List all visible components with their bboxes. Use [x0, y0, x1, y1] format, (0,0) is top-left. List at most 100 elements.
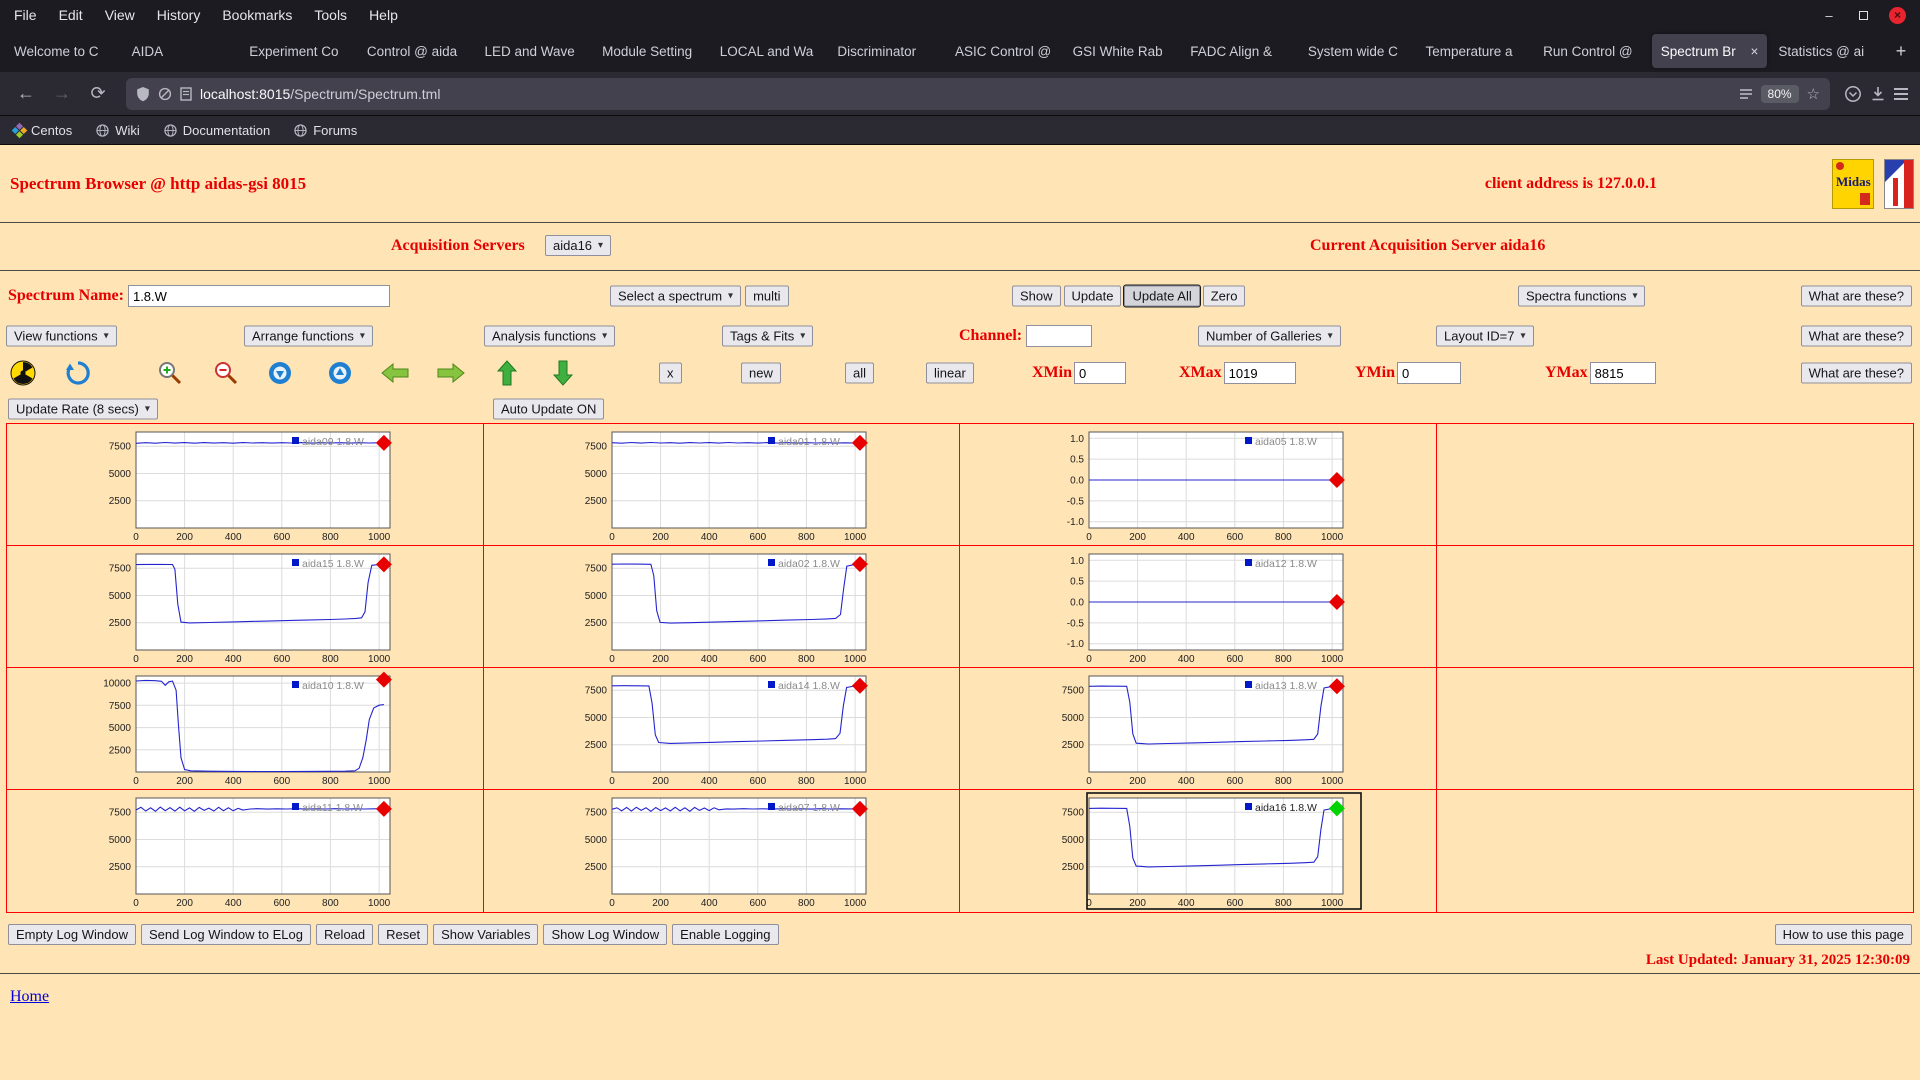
download-icon[interactable] — [1870, 86, 1886, 102]
show-button[interactable]: Show — [1012, 285, 1061, 307]
browser-tab-6[interactable]: LOCAL and Wa — [711, 34, 827, 68]
menu-tools[interactable]: Tools — [314, 7, 347, 23]
radiation-icon[interactable] — [10, 360, 36, 386]
number-of-galleries-dropdown[interactable]: Number of Galleries ▾ — [1198, 325, 1341, 347]
url-text[interactable]: localhost:8015/Spectrum/Spectrum.tml — [200, 86, 440, 102]
what-are-these-button[interactable]: What are these? — [1800, 362, 1912, 384]
spectrum-chart-aida07[interactable]: 2500 5000 7500 0 200 400 600 800 1000 aida07 1.8.… — [556, 792, 886, 910]
spectra-functions-dropdown[interactable]: Spectra functions ▾ — [1518, 285, 1646, 307]
menu-help[interactable]: Help — [369, 7, 398, 23]
forward-button[interactable]: → — [48, 80, 76, 108]
analysis-functions-dropdown[interactable]: Analysis functions ▾ — [484, 325, 616, 347]
xmin-input[interactable] — [1074, 362, 1126, 384]
spectrum-chart-aida01[interactable]: 2500 5000 7500 0 200 400 600 800 1000 aida01 1.8.… — [556, 426, 886, 544]
browser-tab-5[interactable]: Module Setting — [593, 34, 709, 68]
enable-logging-button[interactable]: Enable Logging — [672, 923, 779, 945]
shield-icon[interactable] — [136, 86, 150, 102]
menu-edit[interactable]: Edit — [59, 7, 83, 23]
bookmark-documentation[interactable]: Documentation — [164, 123, 270, 138]
shrink-y-icon[interactable] — [328, 361, 352, 385]
layout-id-dropdown[interactable]: Layout ID=7 ▾ — [1436, 325, 1534, 347]
gallery-cell-aida01[interactable]: 2500 5000 7500 0 200 400 600 800 1000 aida01 1.8.… — [483, 424, 960, 546]
minimize-button[interactable]: – — [1821, 8, 1837, 23]
acquisition-server-select[interactable]: aida16 ▾ — [545, 235, 612, 256]
browser-tab-13[interactable]: Run Control @ — [1534, 34, 1650, 68]
spectrum-chart-aida05[interactable]: -1.0 -0.5 0.0 0.5 1.0 0 200 400 600 800 1000 aida05… — [1033, 426, 1363, 544]
arrange-functions-dropdown[interactable]: Arrange functions ▾ — [244, 325, 373, 347]
gallery-cell-aida14[interactable]: 2500 5000 7500 0 200 400 600 800 1000 aida14 1.8.… — [483, 668, 960, 790]
expand-y-icon[interactable] — [268, 361, 292, 385]
spectrum-chart-aida16[interactable]: 2500500075000 200 400 600 800 1000aida16 1.8.… — [1033, 792, 1363, 910]
zero-button[interactable]: Zero — [1202, 285, 1246, 307]
gallery-cell-aida11[interactable]: 2500 5000 7500 0 200 400 600 800 1000 aida11 1.8.… — [7, 790, 484, 912]
home-link[interactable]: Home — [10, 988, 49, 1005]
gallery-cell-aida16[interactable]: 2500 5000 7500 0 200 400 600 800 1000 aida16 1.8.… — [960, 790, 1437, 912]
maximize-button[interactable] — [1855, 8, 1871, 23]
blocked-icon[interactable] — [158, 87, 172, 101]
linear-button[interactable]: linear — [926, 362, 974, 384]
all-button[interactable]: all — [845, 362, 875, 384]
browser-tab-9[interactable]: GSI White Rab — [1064, 34, 1180, 68]
pocket-icon[interactable] — [1844, 85, 1862, 103]
send-log-window-to-elog-button[interactable]: Send Log Window to ELog — [141, 923, 311, 945]
browser-tab-10[interactable]: FADC Align & — [1181, 34, 1297, 68]
menu-hamburger-icon[interactable] — [1894, 87, 1908, 100]
menu-history[interactable]: History — [157, 7, 201, 23]
spectrum-chart-aida10[interactable]: 2500 5000 7500 10000 0 200 400 600 800 1000 aida10… — [80, 670, 410, 788]
what-are-these-button[interactable]: What are these? — [1800, 285, 1912, 307]
bookmark-wiki[interactable]: Wiki — [96, 123, 140, 138]
bookmark-forums[interactable]: Forums — [294, 123, 357, 138]
scroll-left-icon[interactable] — [381, 363, 409, 383]
gallery-cell-aida09[interactable]: 2500 5000 7500 0 200 400 600 800 1000 aida09 1.8.… — [7, 424, 484, 546]
tags-fits-dropdown[interactable]: Tags & Fits ▾ — [722, 325, 814, 347]
browser-tab-0[interactable]: Welcome to C — [5, 34, 121, 68]
browser-tab-15[interactable]: Statistics @ ai — [1769, 34, 1885, 68]
how-to-use-button[interactable]: How to use this page — [1774, 923, 1912, 945]
browser-tab-12[interactable]: Temperature a — [1417, 34, 1533, 68]
spectrum-chart-aida14[interactable]: 2500 5000 7500 0 200 400 600 800 1000 aida14 1.8.… — [556, 670, 886, 788]
spectrum-name-input[interactable] — [127, 285, 390, 307]
reload-button[interactable]: ⟳ — [84, 80, 112, 108]
ymax-input[interactable] — [1589, 362, 1656, 384]
gallery-cell-aida12[interactable]: -1.0 -0.5 0.0 0.5 1.0 0 200 400 600 800 1000 aida12… — [960, 546, 1437, 668]
menu-file[interactable]: File — [14, 7, 37, 23]
new-button[interactable]: new — [741, 362, 781, 384]
show-variables-button[interactable]: Show Variables — [433, 923, 539, 945]
browser-tab-1[interactable]: AIDA — [123, 34, 239, 68]
spectrum-chart-aida11[interactable]: 2500 5000 7500 0 200 400 600 800 1000 aida11 1.8.… — [80, 792, 410, 910]
show-log-window-button[interactable]: Show Log Window — [543, 923, 668, 945]
browser-tab-2[interactable]: Experiment Co — [240, 34, 356, 68]
gallery-cell-aida15[interactable]: 2500 5000 7500 0 200 400 600 800 1000 aida15 1.8.… — [7, 546, 484, 668]
gallery-cell-aida07[interactable]: 2500 5000 7500 0 200 400 600 800 1000 aida07 1.8.… — [484, 790, 960, 912]
empty-log-window-button[interactable]: Empty Log Window — [8, 923, 136, 945]
browser-tab-8[interactable]: ASIC Control @ — [946, 34, 1062, 68]
update-rate-dropdown[interactable]: Update Rate (8 secs) ▾ — [8, 398, 158, 420]
update-button[interactable]: Update — [1063, 285, 1122, 307]
spectrum-chart-aida02[interactable]: 2500 5000 7500 0 200 400 600 800 1000 aida02 1.8.… — [556, 548, 886, 666]
refresh-swirl-icon[interactable] — [65, 360, 91, 386]
zoom-level-badge[interactable]: 80% — [1760, 84, 1799, 103]
spectrum-chart-aida13[interactable]: 2500 5000 7500 0 200 400 600 800 1000 aida13 1.8.… — [1033, 670, 1363, 788]
gallery-cell-aida05[interactable]: -1.0 -0.5 0.0 0.5 1.0 0 200 400 600 800 1000 aida05… — [960, 424, 1437, 546]
back-button[interactable]: ← — [12, 80, 40, 108]
gallery-cell-aida13[interactable]: 2500 5000 7500 0 200 400 600 800 1000 aida13 1.8.… — [960, 668, 1437, 790]
spectrum-chart-aida09[interactable]: 2500 5000 7500 0 200 400 600 800 1000 aida09 1.8.… — [80, 426, 410, 544]
gallery-cell-aida02[interactable]: 2500 5000 7500 0 200 400 600 800 1000 aida02 1.8.… — [483, 546, 960, 668]
reload-button[interactable]: Reload — [315, 923, 374, 945]
zoom-in-icon[interactable] — [157, 360, 183, 386]
view-functions-dropdown[interactable]: View functions ▾ — [6, 325, 117, 347]
spectrum-chart-aida12[interactable]: -1.0 -0.5 0.0 0.5 1.0 0 200 400 600 800 1000 aida12… — [1033, 548, 1363, 666]
browser-tab-4[interactable]: LED and Wave — [476, 34, 592, 68]
ymin-input[interactable] — [1397, 362, 1461, 384]
bookmark-centos[interactable]: Centos — [11, 122, 72, 138]
what-are-these-button[interactable]: What are these? — [1800, 325, 1912, 347]
scroll-up-icon[interactable] — [497, 360, 517, 386]
scroll-down-icon[interactable] — [553, 360, 573, 386]
menu-bookmarks[interactable]: Bookmarks — [222, 7, 292, 23]
browser-tab-3[interactable]: Control @ aida — [358, 34, 474, 68]
xmax-input[interactable] — [1223, 362, 1296, 384]
bookmark-star-icon[interactable]: ☆ — [1807, 85, 1820, 103]
reader-mode-icon[interactable] — [1739, 88, 1753, 100]
browser-tab-11[interactable]: System wide C — [1299, 34, 1415, 68]
spectrum-chart-aida15[interactable]: 2500 5000 7500 0 200 400 600 800 1000 aida15 1.8.… — [80, 548, 410, 666]
